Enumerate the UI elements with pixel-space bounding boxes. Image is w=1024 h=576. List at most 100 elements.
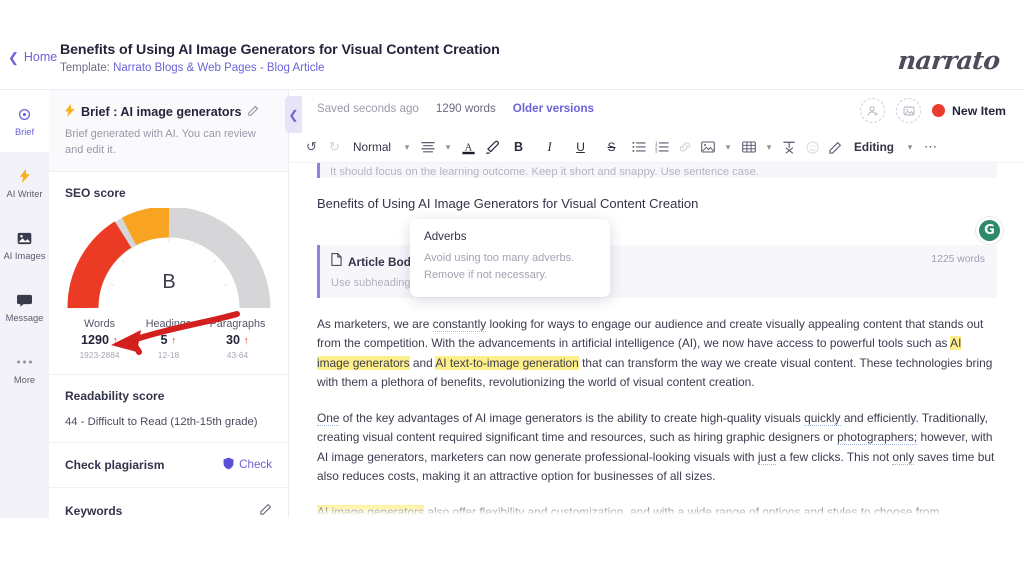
stat-number: 5 [160, 332, 168, 347]
bulleted-list-icon[interactable] [627, 135, 650, 159]
align-icon[interactable] [416, 135, 439, 159]
chevron-down-icon[interactable]: ▾ [901, 135, 919, 159]
rail-item-ai-images[interactable]: AI Images [0, 214, 49, 276]
bolt-icon [65, 104, 75, 120]
bolt-icon [19, 168, 31, 185]
stat-label: Words [84, 317, 115, 330]
add-image-icon[interactable] [896, 98, 921, 123]
document-heading[interactable]: Benefits of Using AI Image Generators fo… [317, 196, 997, 211]
rail-label-ai-writer: AI Writer [6, 188, 43, 199]
paragraph-2[interactable]: One of the key advantages of AI image ge… [317, 409, 997, 486]
tooltip-title: Adverbs [424, 230, 467, 243]
paragraph-1[interactable]: As marketers, we are constantly looking … [317, 315, 997, 392]
text-color-icon[interactable]: A [457, 135, 480, 159]
readability-section: Readability score 44 - Difficult to Read… [49, 375, 288, 443]
stat-label: Paragraphs [209, 317, 266, 330]
bold-button[interactable]: B [503, 135, 534, 159]
stat-words: Words 1290 ↑ 1923-2884 [65, 318, 134, 360]
grammar-suggestion-photographers[interactable]: photographers; [837, 430, 918, 446]
new-item-button[interactable]: New Item [932, 104, 1006, 118]
underline-button[interactable]: U [565, 135, 596, 159]
grammarly-icon[interactable]: G [979, 220, 1000, 241]
grammar-suggestion-one[interactable]: One [317, 411, 340, 427]
strikethrough-button[interactable]: S [596, 135, 627, 159]
insert-image-icon[interactable] [696, 135, 719, 159]
editor-status-bar: Saved seconds ago 1290 words Older versi… [290, 90, 1024, 132]
p2-text-a: of the key advantages of AI image genera… [339, 411, 805, 426]
link-icon[interactable] [673, 135, 696, 159]
brief-header: Brief : AI image generators Brief genera… [49, 90, 288, 172]
chevron-down-icon[interactable]: ▾ [439, 135, 457, 159]
chevron-down-icon[interactable]: ▾ [719, 135, 737, 159]
insert-table-icon[interactable] [737, 135, 760, 159]
rail-item-message[interactable]: Message [0, 276, 49, 338]
italic-button[interactable]: I [534, 135, 565, 159]
brief-subtitle: Brief generated with AI. You can review … [65, 128, 256, 156]
chevron-down-icon[interactable]: ▾ [760, 135, 778, 159]
readability-title: Readability score [65, 388, 165, 403]
svg-text:A: A [465, 142, 473, 153]
stat-paragraphs: Paragraphs 30 ↑ 43-64 [203, 318, 272, 360]
stat-value: 30 ↑ [203, 333, 272, 347]
scroll-fade [290, 504, 1024, 518]
plagiarism-title: Check plagiarism [65, 457, 165, 472]
template-line: Template: Narrato Blogs & Web Pages - Bl… [60, 62, 324, 74]
edit-pencil-icon[interactable] [247, 105, 259, 119]
add-collaborator-icon[interactable] [860, 98, 885, 123]
grammar-suggestion-quickly[interactable]: quickly [804, 411, 841, 427]
seo-gauge: B [65, 206, 273, 312]
stat-value: 5 ↑ [134, 333, 203, 347]
shield-icon [223, 457, 234, 473]
p2-text-d: a few clicks. This not [776, 449, 893, 464]
editor-pane: Saved seconds ago 1290 words Older versi… [290, 90, 1024, 518]
toolbar-more-icon[interactable]: ⋯ [919, 135, 942, 159]
stat-value: 1290 ↑ [65, 333, 134, 347]
grammar-suggestion-only[interactable]: only [892, 449, 915, 465]
document-scroll-area[interactable]: It should focus on the learning outcome.… [290, 163, 1024, 518]
keywords-title: Keywords [65, 503, 123, 518]
numbered-list-icon[interactable]: 123 [650, 135, 673, 159]
paragraph-style-select[interactable]: Normal [346, 135, 398, 159]
p1-text-a: As marketers, we are [317, 317, 433, 331]
highlight-ai-text-to-image[interactable]: AI text-to-image generation [435, 355, 579, 370]
template-prefix: Template: [60, 62, 114, 74]
rail-item-ai-writer[interactable]: AI Writer [0, 152, 49, 214]
redo-icon[interactable]: ↻ [323, 135, 346, 159]
brief-title: Brief : AI image generators [81, 105, 242, 119]
check-plagiarism-button[interactable]: Check [223, 457, 272, 473]
rail-label-brief: Brief [14, 126, 35, 137]
document-icon [331, 253, 342, 271]
grammar-suggestion-just[interactable]: just [757, 449, 777, 465]
page-title: Benefits of Using AI Image Generators fo… [60, 42, 500, 58]
grammar-suggestion-constantly[interactable]: constantly [432, 317, 487, 332]
clear-formatting-icon[interactable] [778, 135, 801, 159]
editing-mode-pencil-icon[interactable] [824, 135, 847, 159]
older-versions-link[interactable]: Older versions [513, 102, 594, 115]
home-back-link[interactable]: ❮ Home [8, 50, 57, 64]
check-label: Check [239, 458, 272, 472]
editing-mode-label[interactable]: Editing [847, 135, 901, 159]
chevron-down-icon[interactable]: ▾ [398, 135, 416, 159]
brief-sidebar: Brief : AI image generators Brief genera… [49, 90, 289, 518]
keywords-section: Keywords Prompt 6 / 12 Craiyon 0 / 4 [49, 488, 288, 518]
p1-text-c: and [409, 355, 436, 370]
narrato-logo: narrato [896, 46, 1002, 75]
rail-item-more[interactable]: More [0, 338, 49, 400]
editor-word-count: 1290 words [435, 102, 496, 115]
stat-range: 43-64 [226, 349, 249, 360]
highlight-icon[interactable] [480, 135, 503, 159]
template-link[interactable]: Narrato Blogs & Web Pages - Blog Article [113, 62, 324, 74]
home-label: Home [23, 50, 58, 64]
brief-title-row: Brief : AI image generators [65, 104, 272, 120]
ellipsis-icon [16, 354, 33, 371]
plagiarism-section: Check plagiarism Check [49, 443, 288, 488]
rail-item-brief[interactable]: Brief [0, 90, 49, 152]
seo-score-section: SEO score B Words 1290 ↑ 1923-2884 Headi… [49, 172, 288, 375]
undo-icon[interactable]: ↺ [300, 135, 323, 159]
article-body-title: Article Body [348, 255, 418, 269]
seo-score-title: SEO score [65, 185, 126, 200]
edit-pencil-icon[interactable] [260, 502, 272, 518]
stat-label: Headings [145, 317, 192, 330]
emoji-icon[interactable] [801, 135, 824, 159]
collapse-sidebar-button[interactable]: ❮ [285, 96, 302, 133]
